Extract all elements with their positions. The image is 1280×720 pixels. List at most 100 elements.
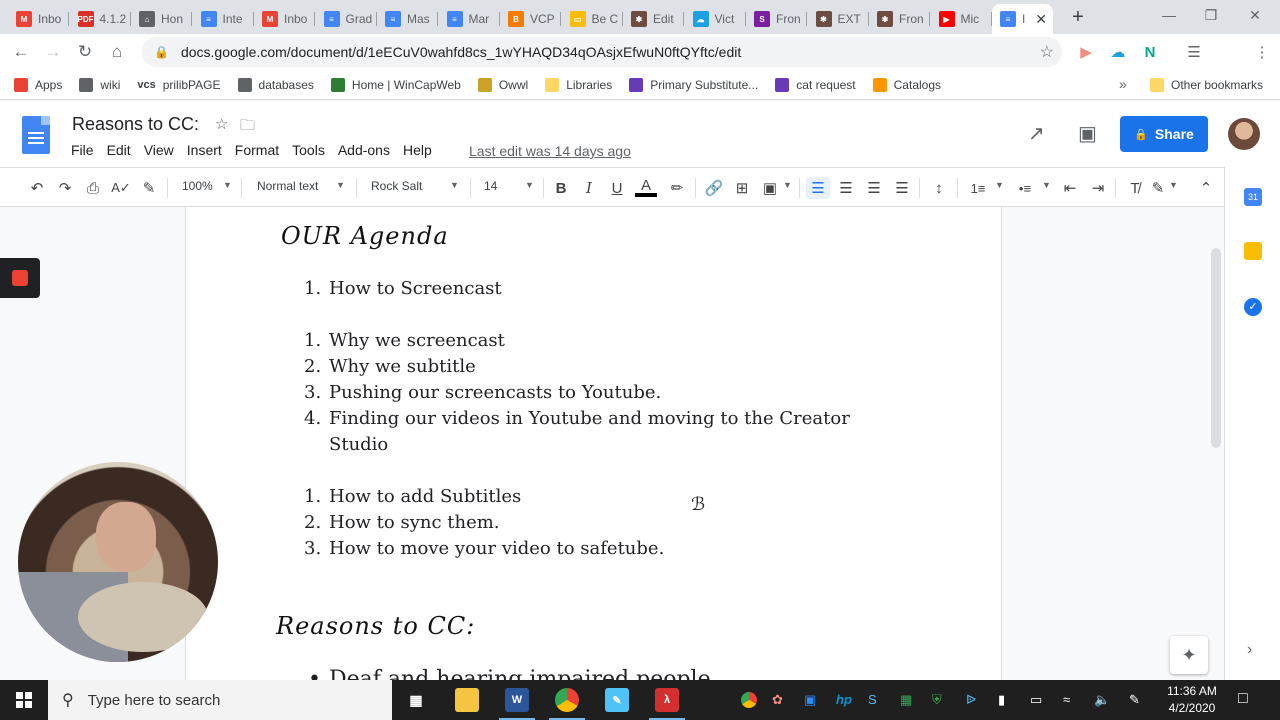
spellcheck-button[interactable]: A✓ (110, 177, 132, 199)
browser-tab[interactable]: ≡ Mar (439, 4, 500, 34)
bookmark-star-icon[interactable]: ☆ (1040, 42, 1054, 62)
tray-spreadsheet-icon[interactable]: ▦ (900, 692, 912, 708)
tab-close-icon[interactable]: ✕ (1035, 11, 1047, 28)
decrease-indent-button[interactable]: ⇤ (1059, 177, 1081, 199)
extension-n-icon[interactable]: N (1136, 38, 1164, 66)
move-to-folder-icon[interactable]: 🗀 (240, 115, 255, 140)
document-title[interactable]: Reasons to CC: (72, 114, 199, 135)
menu-tools[interactable]: Tools (292, 142, 325, 158)
share-button[interactable]: 🔒 Share (1120, 116, 1208, 152)
menu-insert[interactable]: Insert (187, 142, 222, 158)
align-right-button[interactable]: ☰ (863, 177, 885, 199)
browser-tab[interactable]: B VCP (500, 4, 561, 34)
tray-chrome-icon[interactable] (741, 692, 757, 708)
browser-tab[interactable]: M Inbo (254, 4, 315, 34)
task-view-icon[interactable]: ▦ (404, 688, 428, 712)
tray-app-icon[interactable]: ✿ (772, 692, 783, 708)
paragraph-style-select[interactable]: Normal text (257, 179, 318, 193)
text-color-button[interactable]: A (635, 177, 657, 199)
browser-tab[interactable]: ▭ Be C (562, 4, 623, 34)
window-close-button[interactable]: ✕ (1232, 0, 1278, 30)
browser-tab[interactable]: ≡ Mas (377, 4, 438, 34)
notifications-icon[interactable]: □ (1238, 690, 1248, 708)
new-tab-button[interactable]: + (1061, 2, 1095, 32)
bookmark-item[interactable]: databases (237, 77, 314, 92)
pen-icon[interactable]: ✎ (1129, 692, 1140, 708)
menu-view[interactable]: View (144, 142, 174, 158)
notepad-icon[interactable]: ✎ (605, 688, 629, 712)
browser-tab[interactable]: ✱ Edit (623, 4, 684, 34)
tray-hp-icon[interactable]: hp (836, 692, 852, 707)
recording-stop-button[interactable] (0, 258, 40, 298)
redo-button[interactable]: ↷ (54, 177, 76, 199)
image-caret-icon[interactable]: ▼ (783, 180, 792, 190)
font-size-select[interactable]: 14 (484, 179, 497, 193)
browser-tab-active[interactable]: ≡ I ✕ (992, 4, 1053, 34)
calendar-icon[interactable]: 31 (1244, 188, 1262, 206)
menu-edit[interactable]: Edit (107, 142, 131, 158)
docs-logo-icon[interactable] (22, 116, 50, 154)
editing-mode-button[interactable]: ✎ (1149, 177, 1167, 199)
bookmark-item[interactable]: Primary Substitute... (629, 77, 758, 92)
bookmark-item[interactable]: Libraries (545, 77, 612, 92)
tray-zoom-icon[interactable]: ▣ (804, 692, 816, 708)
expand-panel-icon[interactable]: › (1247, 641, 1252, 659)
chrome-menu-icon[interactable]: ⋮ (1248, 38, 1276, 66)
acrobat-icon[interactable]: λ (649, 688, 685, 720)
activity-trend-icon[interactable]: ↗ (1028, 121, 1045, 146)
numbered-list-button[interactable]: 1≡ (966, 177, 990, 199)
font-size-caret-icon[interactable]: ▼ (525, 180, 534, 190)
comments-icon[interactable]: ▣ (1078, 121, 1097, 146)
font-caret-icon[interactable]: ▼ (450, 180, 459, 190)
wifi-icon[interactable]: ≈ (1063, 692, 1070, 707)
vertical-scrollbar[interactable] (1211, 248, 1221, 448)
justify-button[interactable]: ☰ (891, 177, 913, 199)
browser-tab[interactable]: ▶ Mic (931, 4, 992, 34)
browser-tab[interactable]: M Inbo (8, 4, 69, 34)
undo-button[interactable]: ↶ (26, 177, 48, 199)
paint-format-button[interactable]: ✎ (138, 177, 160, 199)
add-comment-button[interactable]: ⊞ (731, 177, 753, 199)
print-button[interactable]: ⎙ (82, 177, 104, 199)
align-center-button[interactable]: ☰ (835, 177, 857, 199)
bookmark-item[interactable]: Home | WinCapWeb (330, 77, 461, 92)
bulleted-list-button[interactable]: •≡ (1013, 177, 1037, 199)
chrome-icon[interactable] (549, 688, 585, 720)
browser-tab[interactable]: ≡ Inte (193, 4, 254, 34)
browser-tab[interactable]: ⌂ Hon (131, 4, 192, 34)
extension-screencastify-icon[interactable]: ▶ (1072, 38, 1100, 66)
volume-icon[interactable]: 🔈 (1094, 692, 1110, 708)
align-left-button[interactable]: ☰ (806, 177, 830, 199)
font-select[interactable]: Rock Salt (371, 179, 422, 193)
usb-drive-icon[interactable]: ▮ (998, 692, 1005, 708)
maximize-button[interactable]: ❐ (1188, 0, 1234, 30)
keep-icon[interactable] (1244, 242, 1262, 260)
forward-button[interactable]: → (37, 36, 69, 68)
increase-indent-button[interactable]: ⇥ (1087, 177, 1109, 199)
insert-image-button[interactable]: ▣ (759, 177, 781, 199)
browser-tab[interactable]: ☁ Vict (685, 4, 746, 34)
explore-button[interactable]: ✦ (1170, 636, 1208, 674)
document-page[interactable]: OUR Agenda 1. How to Screencast 1. Why w… (185, 207, 1002, 680)
minimize-button[interactable]: — (1146, 0, 1192, 30)
italic-button[interactable]: I (579, 177, 599, 199)
word-icon[interactable]: W (499, 688, 535, 720)
menu-file[interactable]: File (71, 142, 94, 158)
bold-button[interactable]: B (551, 177, 571, 199)
highlight-color-button[interactable]: ✏ (666, 177, 688, 199)
zoom-select[interactable]: 100% (182, 179, 213, 193)
reload-button[interactable]: ↻ (69, 36, 101, 68)
url-bar[interactable]: 🔒 docs.google.com/document/d/1eECuV0wahf… (142, 37, 1062, 67)
clear-formatting-button[interactable]: T̸ (1124, 177, 1146, 199)
browser-tab[interactable]: PDF 4.1.2 (70, 4, 131, 34)
insert-link-button[interactable]: 🔗 (703, 177, 725, 199)
style-caret-icon[interactable]: ▼ (336, 180, 345, 190)
taskbar-clock[interactable]: 11:36 AM 4/2/2020 (1160, 683, 1224, 717)
line-spacing-button[interactable]: ↕ (928, 177, 950, 199)
tray-shield-icon[interactable]: S (868, 692, 877, 707)
bookmarks-overflow-button[interactable]: » (1119, 76, 1127, 92)
bookmark-item[interactable]: cat request (775, 77, 856, 92)
account-avatar[interactable] (1228, 118, 1260, 150)
home-button[interactable]: ⌂ (101, 36, 133, 68)
bookmark-item[interactable]: vcs prilibPAGE (137, 78, 220, 92)
